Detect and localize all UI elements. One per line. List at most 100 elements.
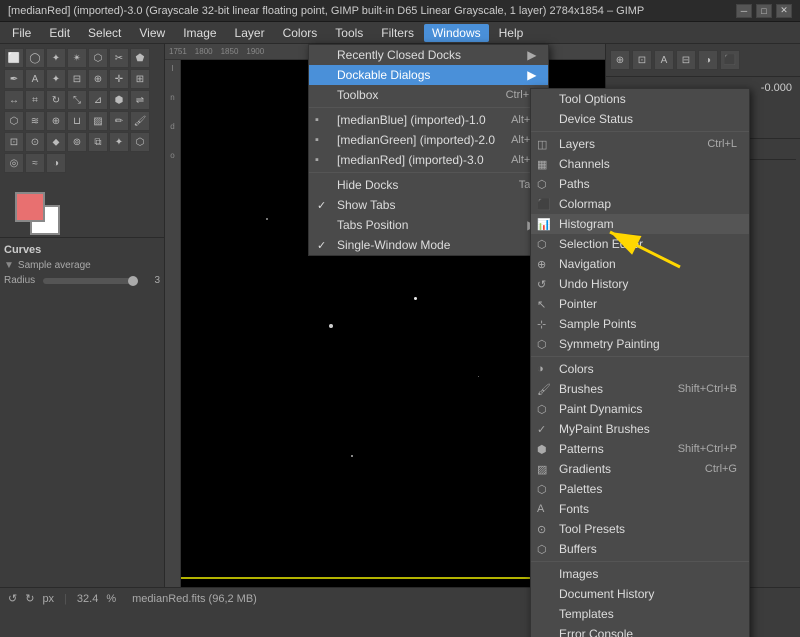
close-button[interactable]: ✕ (776, 4, 792, 18)
tool-dodge-burn[interactable]: ◑ (46, 153, 66, 173)
toolbox-item[interactable]: Toolbox Ctrl+B (309, 85, 548, 105)
undo-back-button[interactable]: ↺ (8, 592, 17, 605)
paint-dynamics-item[interactable]: ⬡ Paint Dynamics (531, 399, 749, 419)
tabs-position-item[interactable]: Tabs Position ▶ (309, 215, 548, 235)
hide-docks-item[interactable]: Hide Docks Tab (309, 175, 548, 195)
tool-presets-item[interactable]: ⊙ Tool Presets (531, 519, 749, 539)
histogram-item[interactable]: 📊 Histogram (531, 214, 749, 234)
fonts-item[interactable]: A Fonts (531, 499, 749, 519)
menu-windows[interactable]: Windows (424, 24, 489, 42)
tool-foreground-select[interactable]: ⬟ (130, 48, 150, 68)
tool-transform[interactable]: ↔ (4, 90, 24, 110)
tool-clone[interactable]: ⧉ (88, 132, 108, 152)
right-icon-4[interactable]: ⊟ (676, 50, 696, 70)
tool-airbrush[interactable]: ⊙ (25, 132, 45, 152)
menu-layer[interactable]: Layer (227, 24, 273, 42)
templates-item[interactable]: Templates (531, 604, 749, 624)
tool-shear[interactable]: ⊿ (88, 90, 108, 110)
symmetry-painting-item[interactable]: ⬡ Symmetry Painting (531, 334, 749, 354)
tool-text[interactable]: A (25, 69, 45, 89)
menu-help[interactable]: Help (491, 24, 532, 42)
right-icon-5[interactable]: ◑ (698, 50, 718, 70)
median-red-item[interactable]: ▪ [medianRed] (imported)-3.0 Alt+3 (309, 150, 548, 170)
tool-rectangle-select[interactable]: ⬜ (4, 48, 24, 68)
menu-image[interactable]: Image (175, 24, 224, 42)
tool-blur-sharpen[interactable]: ◎ (4, 153, 24, 173)
tool-perspective-clone[interactable]: ⬡ (130, 132, 150, 152)
paths-item[interactable]: ⬡ Paths (531, 174, 749, 194)
images-item[interactable]: Images (531, 564, 749, 584)
patterns-item[interactable]: ⬢ Patterns Shift+Ctrl+P (531, 439, 749, 459)
right-icon-6[interactable]: ⬛ (720, 50, 740, 70)
tool-bucket-fill[interactable]: ⊔ (67, 111, 87, 131)
colormap-item[interactable]: ⬛ Colormap (531, 194, 749, 214)
layers-item[interactable]: ◫ Layers Ctrl+L (531, 134, 749, 154)
tool-perspective[interactable]: ⬢ (109, 90, 129, 110)
undo-history-item[interactable]: ↺ Undo History (531, 274, 749, 294)
tool-flip[interactable]: ⇌ (130, 90, 150, 110)
pointer-item[interactable]: ↖ Pointer (531, 294, 749, 314)
tool-blend[interactable]: ▨ (88, 111, 108, 131)
menu-tools[interactable]: Tools (327, 24, 371, 42)
menu-view[interactable]: View (131, 24, 173, 42)
brushes-item[interactable]: 🖌 Brushes Shift+Ctrl+B (531, 379, 749, 399)
right-icon-3[interactable]: A (654, 50, 674, 70)
unit-selector[interactable]: px (42, 593, 54, 605)
tool-fuzzy-select[interactable]: ✴ (67, 48, 87, 68)
foreground-color-swatch[interactable] (15, 192, 45, 222)
mypaint-brushes-item[interactable]: ✓ MyPaint Brushes (531, 419, 749, 439)
gradients-item[interactable]: ▨ Gradients Ctrl+G (531, 459, 749, 479)
tool-paintbrush[interactable]: 🖌 (130, 111, 150, 131)
single-window-mode-item[interactable]: ✓ Single-Window Mode (309, 235, 548, 255)
error-console-item[interactable]: Error Console (531, 624, 749, 637)
document-history-item[interactable]: Document History (531, 584, 749, 604)
tool-eraser[interactable]: ⊡ (4, 132, 24, 152)
device-status-item[interactable]: Device Status (531, 109, 749, 129)
tool-move[interactable]: ✛ (109, 69, 129, 89)
menu-colors[interactable]: Colors (275, 24, 326, 42)
tool-crop[interactable]: ⌗ (25, 90, 45, 110)
tool-pencil[interactable]: ✏ (109, 111, 129, 131)
buffers-item[interactable]: ⬡ Buffers (531, 539, 749, 559)
menu-file[interactable]: File (4, 24, 39, 42)
minimize-button[interactable]: ─ (736, 4, 752, 18)
maximize-button[interactable]: □ (756, 4, 772, 18)
tool-warp[interactable]: ≋ (25, 111, 45, 131)
tool-scale[interactable]: ⤡ (67, 90, 87, 110)
right-icon-1[interactable]: ⊕ (610, 50, 630, 70)
tool-ink[interactable]: ⬥ (46, 132, 66, 152)
right-icon-2[interactable]: ⊡ (632, 50, 652, 70)
tool-paths[interactable]: ✒ (4, 69, 24, 89)
tool-scissors[interactable]: ✂ (109, 48, 129, 68)
tool-select-by-color[interactable]: ⬡ (88, 48, 108, 68)
tool-handle[interactable]: ⊕ (46, 111, 66, 131)
tool-measure[interactable]: ⊟ (67, 69, 87, 89)
menu-filters[interactable]: Filters (373, 24, 422, 42)
median-blue-item[interactable]: ▪ [medianBlue] (imported)-1.0 Alt+1 (309, 110, 548, 130)
median-green-item[interactable]: ▪ [medianGreen] (imported)-2.0 Alt+2 (309, 130, 548, 150)
tool-mypaint[interactable]: ⊚ (67, 132, 87, 152)
tool-options-item[interactable]: Tool Options (531, 89, 749, 109)
tool-cage[interactable]: ⬡ (4, 111, 24, 131)
tool-zoom[interactable]: ⊕ (88, 69, 108, 89)
menu-select[interactable]: Select (80, 24, 129, 42)
selection-editor-item[interactable]: ⬡ Selection Editor (531, 234, 749, 254)
tool-align[interactable]: ⊞ (130, 69, 150, 89)
recently-closed-docks-item[interactable]: Recently Closed Docks ▶ (309, 45, 548, 65)
tool-rotate[interactable]: ↻ (46, 90, 66, 110)
tool-heal[interactable]: ✦ (109, 132, 129, 152)
tool-smudge[interactable]: ≈ (25, 153, 45, 173)
palettes-item[interactable]: ⬡ Palettes (531, 479, 749, 499)
tool-free-select[interactable]: ✦ (46, 48, 66, 68)
show-tabs-item[interactable]: ✓ Show Tabs (309, 195, 548, 215)
colors-dock-item[interactable]: ◑ Colors (531, 359, 749, 379)
tool-color-picker[interactable]: ✦ (46, 69, 66, 89)
channels-item[interactable]: ▦ Channels (531, 154, 749, 174)
navigation-item[interactable]: ⊕ Navigation (531, 254, 749, 274)
sample-points-item[interactable]: ⊹ Sample Points (531, 314, 749, 334)
radius-slider[interactable] (43, 278, 138, 284)
tool-ellipse-select[interactable]: ◯ (25, 48, 45, 68)
undo-forward-button[interactable]: ↻ (25, 592, 34, 605)
menu-edit[interactable]: Edit (41, 24, 78, 42)
dockable-dialogs-item[interactable]: Dockable Dialogs ▶ (309, 65, 548, 85)
